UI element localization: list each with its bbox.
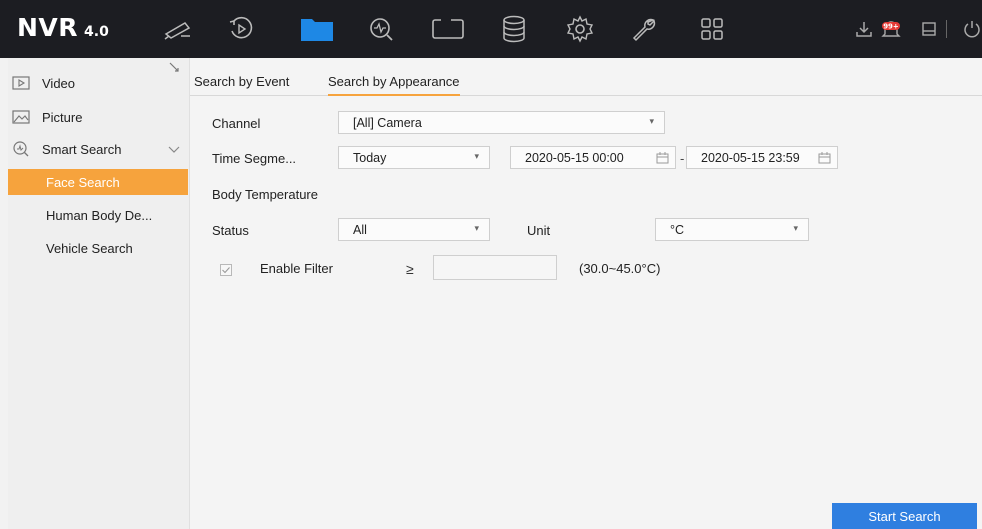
section-title: Body Temperature	[212, 187, 318, 202]
file-management-icon[interactable]	[297, 0, 337, 58]
power-icon[interactable]	[962, 0, 982, 58]
notification-icon[interactable]: 99+	[878, 0, 904, 58]
sidebar-subitem-face-search[interactable]: Face Search	[8, 169, 188, 195]
live-view-icon[interactable]	[158, 0, 198, 58]
sidebar-item-picture[interactable]: Picture	[8, 104, 190, 130]
smart-search-icon	[12, 140, 30, 158]
alarm-icon[interactable]	[918, 0, 940, 58]
status-label: Status	[212, 223, 249, 238]
logo-version: 4.0	[84, 24, 109, 40]
sidebar-item-video[interactable]: Video	[8, 70, 190, 96]
sidebar: Video Picture Smart Search Face Search H…	[8, 58, 190, 529]
sidebar-item-smart-search[interactable]: Smart Search	[8, 136, 190, 162]
tab-search-by-appearance[interactable]: Search by Appearance	[328, 74, 460, 96]
toolbar-divider	[944, 0, 950, 58]
dropdown-caret-icon: ▾	[474, 151, 479, 161]
channel-select[interactable]: [All] Camera ▾	[338, 111, 665, 134]
dropdown-caret-icon: ▾	[474, 223, 479, 233]
app-logo: NVR 4.0	[17, 13, 109, 45]
logo-text: NVR	[17, 13, 79, 42]
download-icon[interactable]	[852, 0, 876, 58]
chevron-down-icon[interactable]	[168, 142, 180, 157]
time-separator: -	[680, 151, 685, 166]
channel-value: [All] Camera	[353, 115, 422, 130]
start-time-field[interactable]: 2020-05-15 00:00	[510, 146, 676, 169]
smart-analysis-icon[interactable]	[361, 0, 401, 58]
calendar-icon[interactable]	[656, 152, 669, 167]
apps-grid-icon[interactable]	[692, 0, 732, 58]
channel-label: Channel	[212, 116, 261, 131]
unit-label: Unit	[527, 223, 551, 238]
time-segment-select[interactable]: Today ▾	[338, 146, 490, 169]
sidebar-item-label: Picture	[42, 109, 83, 125]
dropdown-caret-icon: ▾	[649, 116, 654, 126]
time-segment-label: Time Segme...	[212, 151, 297, 166]
dropdown-caret-icon: ▾	[793, 223, 798, 233]
sidebar-subitem-label: Human Body De...	[46, 207, 153, 223]
sidebar-subitem-vehicle-search[interactable]: Vehicle Search	[8, 235, 188, 261]
enable-filter-label: Enable Filter	[260, 261, 333, 276]
playback-icon[interactable]	[221, 0, 261, 58]
main-panel: Search by Event Search by Appearance Cha…	[190, 58, 982, 529]
comparison-symbol: ≥	[406, 261, 414, 277]
calendar-icon[interactable]	[818, 152, 831, 167]
sidebar-item-label: Video	[42, 75, 76, 91]
window-icon[interactable]	[426, 0, 470, 58]
picture-icon	[12, 108, 30, 126]
sidebar-subitem-label: Vehicle Search	[46, 240, 133, 256]
top-toolbar: NVR 4.0 99+	[0, 0, 982, 58]
start-time-value: 2020-05-15 00:00	[525, 150, 624, 165]
tab-bar: Search by Event Search by Appearance	[190, 58, 982, 96]
settings-icon[interactable]	[560, 0, 600, 58]
unit-select[interactable]: °C ▾	[655, 218, 809, 241]
time-segment-value: Today	[353, 150, 387, 165]
temperature-range-hint: (30.0~45.0°C)	[579, 261, 661, 276]
maintenance-icon[interactable]	[624, 0, 664, 58]
storage-icon[interactable]	[494, 0, 534, 58]
temperature-input[interactable]	[433, 255, 557, 280]
tab-search-by-event[interactable]: Search by Event	[194, 74, 289, 89]
end-time-value: 2020-05-15 23:59	[701, 150, 800, 165]
unit-value: °C	[670, 222, 685, 237]
sidebar-subitem-label: Face Search	[46, 174, 120, 190]
start-search-button[interactable]: Start Search	[832, 503, 977, 529]
checkmark-icon	[222, 267, 230, 274]
sidebar-item-label: Smart Search	[42, 141, 122, 157]
video-icon	[12, 74, 30, 92]
status-value: All	[353, 222, 367, 237]
end-time-field[interactable]: 2020-05-15 23:59	[686, 146, 838, 169]
sidebar-subitem-human-body[interactable]: Human Body De...	[8, 202, 188, 228]
enable-filter-checkbox[interactable]	[220, 264, 232, 276]
status-select[interactable]: All ▾	[338, 218, 490, 241]
notification-badge: 99+	[883, 23, 899, 31]
